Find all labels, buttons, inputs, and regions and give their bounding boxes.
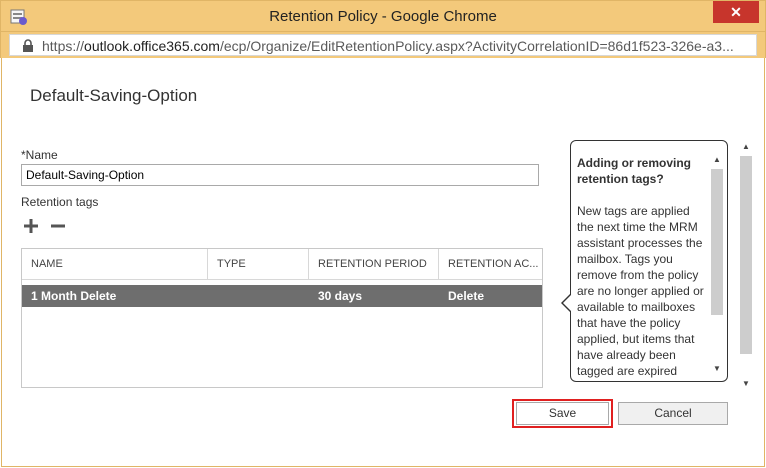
plus-icon[interactable] xyxy=(23,218,39,234)
save-button[interactable]: Save xyxy=(516,402,609,425)
scroll-down-icon[interactable]: ▼ xyxy=(713,364,721,373)
page-scroll-thumb[interactable] xyxy=(740,156,752,354)
minus-icon[interactable] xyxy=(50,218,66,234)
retention-tags-table: NAME TYPE RETENTION PERIOD RETENTION AC.… xyxy=(21,248,543,388)
url-path: /ecp/Organize/EditRetentionPolicy.aspx?A… xyxy=(219,38,734,54)
help-callout: Adding or removing retention tags? New t… xyxy=(570,140,728,382)
page-scrollbar[interactable]: ▲ ▼ xyxy=(738,140,754,388)
scroll-up-icon[interactable]: ▲ xyxy=(713,155,721,164)
page-scroll-down-icon[interactable]: ▼ xyxy=(742,379,750,388)
table-row[interactable]: 1 Month Delete 30 days Delete xyxy=(22,285,542,307)
url-field[interactable]: https://outlook.office365.com/ecp/Organi… xyxy=(9,34,757,56)
cell-period: 30 days xyxy=(318,289,363,303)
url-protocol: https:// xyxy=(42,38,85,54)
name-label: *Name xyxy=(21,148,58,162)
column-header-retention-period[interactable]: RETENTION PERIOD xyxy=(309,249,439,279)
help-scrollbar[interactable]: ▲ ▼ xyxy=(711,153,723,373)
window-title: Retention Policy - Google Chrome xyxy=(269,8,497,25)
table-header: NAME TYPE RETENTION PERIOD RETENTION AC.… xyxy=(22,249,542,280)
page-scroll-up-icon[interactable]: ▲ xyxy=(742,142,750,151)
close-window-button[interactable]: ✕ xyxy=(713,1,759,23)
page-title: Default-Saving-Option xyxy=(30,86,198,105)
retention-tags-label: Retention tags xyxy=(21,195,99,209)
address-bar: https://outlook.office365.com/ecp/Organi… xyxy=(0,32,766,58)
column-header-type[interactable]: TYPE xyxy=(208,249,309,279)
cell-name: 1 Month Delete xyxy=(31,289,117,303)
window-titlebar: Retention Policy - Google Chrome ✕ xyxy=(0,0,766,32)
cell-type xyxy=(208,285,217,307)
url-text: https://outlook.office365.com/ecp/Organi… xyxy=(42,38,742,54)
help-body: New tags are applied the next time the M… xyxy=(577,204,704,378)
lock-icon xyxy=(23,39,33,52)
column-header-name[interactable]: NAME xyxy=(22,249,208,279)
cell-action: Delete xyxy=(448,289,485,303)
help-heading: Adding or removing retention tags? xyxy=(577,156,691,186)
help-scroll-thumb[interactable] xyxy=(711,169,723,315)
name-input[interactable] xyxy=(21,164,539,186)
url-domain: outlook.office365.com xyxy=(84,38,220,54)
tooltip-pointer-fill xyxy=(563,294,572,312)
cancel-button[interactable]: Cancel xyxy=(618,402,728,425)
dialog-content: Default-Saving-Option *Name Retention ta… xyxy=(1,58,765,467)
help-text: Adding or removing retention tags? New t… xyxy=(577,155,707,379)
column-header-retention-action[interactable]: RETENTION AC... xyxy=(439,249,542,279)
